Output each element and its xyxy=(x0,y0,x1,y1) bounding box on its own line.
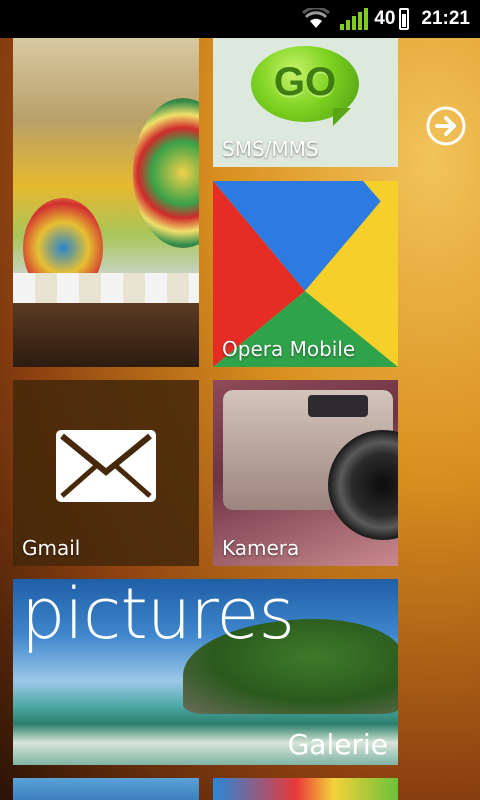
signal-strength-value: 40 xyxy=(374,8,396,29)
gmail-label: Gmail xyxy=(22,536,81,560)
wifi-icon xyxy=(302,8,331,28)
photo-tile[interactable] xyxy=(13,38,199,367)
sms-mms-label: SMS/MMS xyxy=(222,137,319,161)
partial-tile-left[interactable] xyxy=(13,778,199,800)
status-bar: 40 21:21 xyxy=(0,0,480,38)
opera-mobile-label: Opera Mobile xyxy=(222,337,356,361)
camera-viewfinder xyxy=(308,395,368,417)
partial-tile-right[interactable] xyxy=(213,778,398,800)
festival-decoration xyxy=(133,98,199,248)
arrow-right-circle-icon[interactable] xyxy=(425,105,467,147)
mail-icon xyxy=(56,430,156,502)
pictures-title: pictures xyxy=(21,579,295,655)
camera-label: Kamera xyxy=(222,536,300,560)
signal-icon xyxy=(340,8,369,30)
camera-tile[interactable]: Kamera xyxy=(213,380,398,566)
sms-mms-tile[interactable]: GO SMS/MMS xyxy=(213,38,398,167)
gallery-label: Galerie xyxy=(287,728,388,761)
gmail-tile[interactable]: Gmail xyxy=(13,380,199,566)
market-stalls xyxy=(13,303,199,367)
battery-icon xyxy=(399,8,410,30)
market-tents xyxy=(13,273,199,303)
go-logo-text: GO xyxy=(273,60,337,104)
opera-mobile-tile[interactable]: Opera Mobile xyxy=(213,181,398,367)
gallery-tile[interactable]: pictures Galerie xyxy=(13,579,398,765)
clock: 21:21 xyxy=(421,8,470,29)
